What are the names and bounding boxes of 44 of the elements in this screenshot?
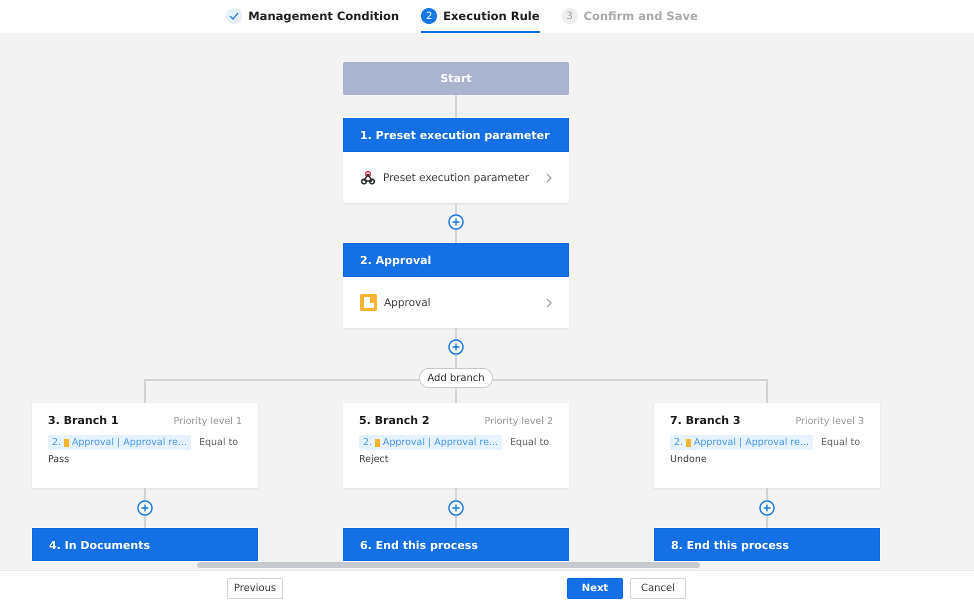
node-header: 2. Approval [343,243,569,277]
branch-title: 5. Branch 2 [359,414,430,427]
node-item-label: Preset execution parameter [383,172,530,184]
add-icon[interactable] [448,500,464,516]
chevron-right-icon[interactable] [546,172,552,182]
branch-card[interactable]: 7. Branch 3 Priority level 3 2. Approval | Approval re... Equal to Undone [654,403,880,488]
primary-button[interactable]: Next [567,578,623,599]
priority-label: Priority level 2 [484,416,553,427]
step-tab[interactable]: Management Condition [226,0,400,33]
check-icon [229,12,240,20]
operator-label: Equal to [199,437,238,448]
condition-value: Undone [670,454,708,465]
node-header[interactable]: 4. In Documents [32,528,258,561]
add-icon[interactable] [448,339,464,355]
add-icon[interactable] [448,214,464,230]
condition-value: Pass [48,454,70,465]
branch-card[interactable]: 5. Branch 2 Priority level 2 2. Approval | Approval re... Equal to Reject [343,403,569,488]
operator-label: Equal to [821,437,860,448]
condition-tag: 2. Approval | Approval re... [670,435,813,450]
add-branch-button[interactable]: Add branch [419,368,493,388]
condition-value: Reject [359,454,390,465]
node-header[interactable]: 6. End this process [343,528,569,561]
chevron-right-icon[interactable] [546,298,552,308]
branch-title: 7. Branch 3 [670,414,741,427]
flow-node[interactable]: 2. Approval Approval [343,243,569,328]
footer-button[interactable]: Previous [227,578,283,599]
operator-label: Equal to [510,437,550,448]
document-icon [360,294,377,311]
node-header[interactable]: 8. End this process [654,528,880,561]
branch-title: 3. Branch 1 [48,414,119,427]
footer-button[interactable]: Cancel [630,578,686,599]
node-item-label: Approval [384,296,432,308]
webhook-icon [360,170,376,186]
add-icon[interactable] [137,500,153,516]
scrollbar[interactable] [197,562,700,568]
node-header: 1. Preset execution parameter [343,118,569,152]
priority-label: Priority level 1 [174,416,242,427]
add-icon[interactable] [759,500,775,516]
condition-tag: 2. Approval | Approval re... [359,435,502,450]
flow-node[interactable]: 1. Preset execution parameter Preset execution parameter [343,118,569,203]
branch-card[interactable]: 3. Branch 1 Priority level 1 2. Approval | Approval re... Equal to Pass [32,403,258,488]
priority-label: Priority level 3 [796,416,864,427]
start-node: Start [343,62,569,95]
condition-tag: 2. Approval | Approval re... [48,435,191,450]
